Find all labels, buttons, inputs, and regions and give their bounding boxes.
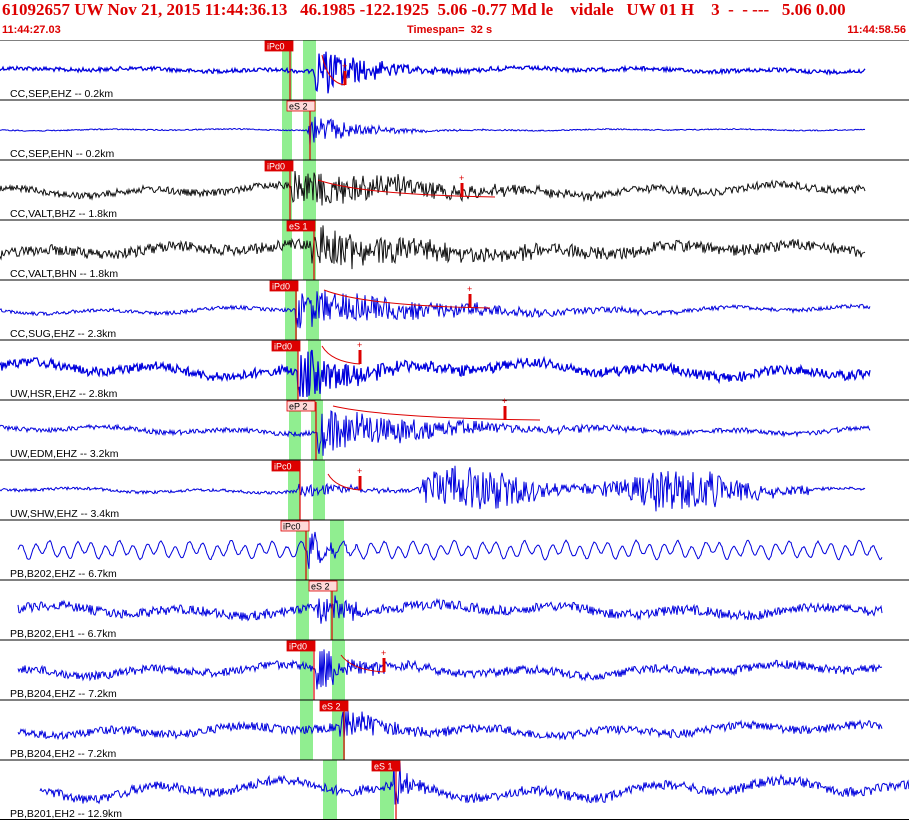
waveform-trace: [39, 761, 909, 805]
channel-label: PB,B204,EH2 -- 7.2km: [10, 748, 116, 760]
coda-end-marker[interactable]: [358, 476, 362, 490]
channel-label: UW,EDM,EHZ -- 3.2km: [10, 448, 119, 460]
channel-label: CC,SEP,EHZ -- 0.2km: [10, 88, 113, 100]
channel-label: CC,SEP,EHN -- 0.2km: [10, 148, 114, 160]
waveform-trace: [17, 595, 883, 624]
waveform-trace: [0, 410, 871, 456]
coda-end-marker[interactable]: [460, 183, 464, 197]
event-header: 61092657 UW Nov 21, 2015 11:44:36.13 46.…: [0, 0, 909, 40]
pick-label: eS 2: [322, 702, 341, 712]
pick-label: iPd0: [289, 642, 307, 652]
channel-label: PB,B204,EHZ -- 7.2km: [10, 688, 117, 700]
pick-label: eS 2: [289, 102, 308, 112]
waveform-trace: [0, 116, 866, 146]
channel-label: PB,B202,EHZ -- 6.7km: [10, 568, 117, 580]
coda-end-marker[interactable]: [382, 658, 386, 672]
coda-plus-mark: +: [459, 173, 464, 183]
pick-label: eS 1: [289, 222, 308, 232]
coda-plus-mark: +: [467, 284, 472, 294]
pick-label: iPc0: [267, 42, 285, 52]
pick-label: iPc0: [274, 462, 292, 472]
pick-label: iPd0: [272, 282, 290, 292]
waveform-trace: [17, 531, 883, 569]
coda-end-marker[interactable]: [343, 71, 347, 85]
channel-label: UW,HSR,EHZ -- 2.8km: [10, 388, 118, 400]
channel-label: CC,SUG,EHZ -- 2.3km: [10, 328, 116, 340]
seismogram-panels[interactable]: iPc0 + CC,SEP,EHZ -- 0.2km eS 2 CC,SEP,EHN -…: [0, 40, 909, 820]
coda-plus-mark: +: [357, 340, 362, 350]
waveform-trace: [0, 349, 871, 398]
coda-end-marker[interactable]: [503, 406, 507, 420]
pick-label: eS 2: [311, 582, 330, 592]
waveform-trace: [0, 290, 871, 329]
waveform-trace: [0, 465, 866, 512]
channel-label: PB,B201,EH2 -- 12.9km: [10, 808, 122, 820]
pick-label: eS 1: [374, 762, 393, 772]
coda-plus-mark: +: [502, 396, 507, 406]
channel-label: CC,VALT,BHZ -- 1.8km: [10, 208, 117, 220]
channel-label: CC,VALT,BHN -- 1.8km: [10, 268, 118, 280]
waveform-trace: [17, 710, 883, 741]
coda-end-marker[interactable]: [358, 350, 362, 364]
timespan-readout: Timespan= 32 s: [407, 24, 493, 36]
pick-label: iPc0: [283, 522, 301, 532]
channel-label: UW,SHW,EHZ -- 3.4km: [10, 508, 119, 520]
event-summary-title: 61092657 UW Nov 21, 2015 11:44:36.13 46.…: [2, 0, 846, 19]
coda-plus-mark: +: [342, 61, 347, 71]
channel-label: PB,B202,EH1 -- 6.7km: [10, 628, 116, 640]
start-time: 11:44:27.03: [2, 24, 61, 36]
coda-end-marker[interactable]: [468, 294, 472, 308]
coda-decay-curve: [332, 405, 541, 421]
coda-plus-mark: +: [357, 466, 362, 476]
pick-label: iPd0: [274, 342, 292, 352]
waveform-trace: [0, 51, 866, 94]
pick-label: eP 2: [289, 402, 307, 412]
waveform-trace: [0, 225, 866, 270]
end-time: 11:44:58.56: [847, 24, 906, 36]
pick-label: iPd0: [267, 162, 285, 172]
coda-decay-curve: [321, 345, 361, 365]
waveform-trace: [0, 170, 866, 206]
coda-plus-mark: +: [381, 648, 386, 658]
waveform-trace: [17, 649, 883, 690]
